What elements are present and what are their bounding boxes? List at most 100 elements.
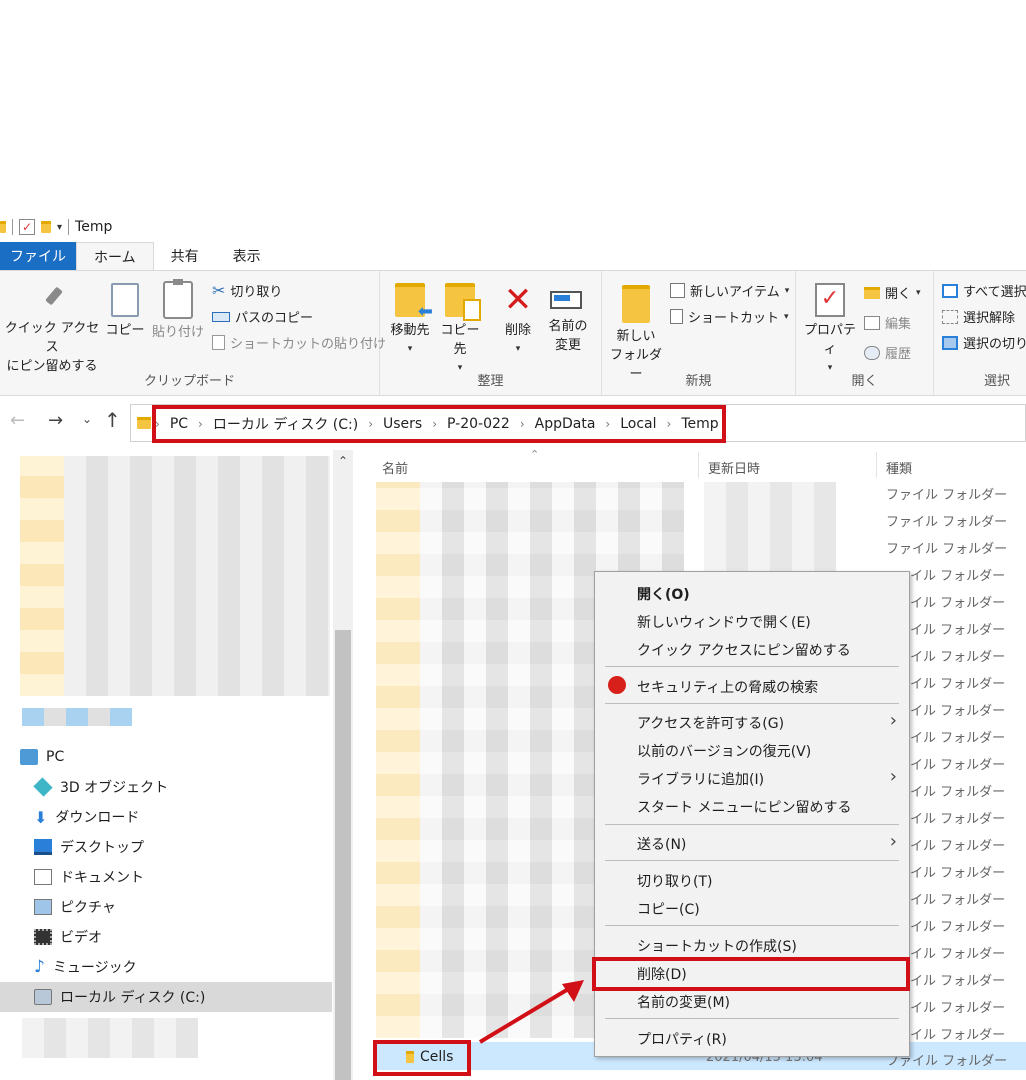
breadcrumb-separator-icon[interactable]: › [198,417,203,431]
properties-button[interactable]: ✓ プロパティ ▾ [800,283,860,378]
delete-x-icon: ✕ [503,280,533,320]
nav-item-documents[interactable]: ドキュメント [0,862,332,892]
nav-item-pictures[interactable]: ピクチャ [0,892,332,922]
breadcrumb-separator-icon[interactable]: › [368,417,373,431]
column-divider[interactable] [876,452,877,478]
menu-item-send-to[interactable]: 送る(N) [637,834,686,854]
easy-access-button[interactable]: ショートカット ▾ [670,307,789,326]
scrollbar-thumb[interactable] [335,630,351,1080]
tab-home[interactable]: ホーム [76,242,154,270]
menu-item-delete[interactable]: 削除(D) [637,964,687,984]
menu-item-add-to-library[interactable]: ライブラリに追加(I) [637,769,764,789]
breadcrumb-pc[interactable]: PC [170,416,188,432]
nav-item-label: ダウンロード [55,810,140,826]
copy-to-icon [445,283,481,321]
breadcrumb-separator-icon[interactable]: › [432,417,437,431]
breadcrumb-separator-icon[interactable]: › [605,417,610,431]
cut-button[interactable]: ✂ 切り取り [212,281,282,300]
copy-to-button[interactable]: コピー先 ▾ [436,283,484,378]
column-modified[interactable]: 更新日時 [708,458,760,477]
breadcrumb-local[interactable]: Local [620,416,656,432]
breadcrumb-appdata[interactable]: AppData [535,416,596,432]
breadcrumb-separator-icon[interactable]: › [520,417,525,431]
quick-access-dropdown-icon[interactable]: ▾ [57,222,62,233]
menu-item-rename[interactable]: 名前の変更(M) [637,992,730,1012]
address-bar[interactable]: › PC › ローカル ディスク (C:) › Users › P-20-022… [130,404,1026,442]
nav-item-videos[interactable]: ビデオ [0,922,332,952]
scroll-up-arrow-icon[interactable]: ⌃ [338,454,348,468]
tab-view[interactable]: 表示 [216,242,278,270]
file-type-cell: イル フォルダー [910,569,1006,584]
delete-button[interactable]: ✕ 削除 ▾ [498,283,538,359]
organize-group: 移動先 ▾ コピー先 ▾ ✕ 削除 ▾ 名前の 変更 整理 [380,271,602,395]
menu-item-security-scan[interactable]: セキュリティ上の脅威の検索 [637,677,818,697]
history-button[interactable]: 履歴 [864,343,911,362]
breadcrumb-separator-icon[interactable]: › [667,417,672,431]
paste-shortcut-button[interactable]: ショートカットの貼り付け [212,333,386,352]
menu-item-pin-start[interactable]: スタート メニューにピン留めする [637,797,851,817]
breadcrumb-user[interactable]: P-20-022 [447,416,510,432]
column-name[interactable]: 名前 [382,458,408,477]
nav-item-3d-objects[interactable]: 3D オブジェクト [0,772,332,802]
ribbon: クイック アクセス にピン留めする コピー 貼り付け ✂ 切り取り パスのコピー… [0,270,1026,396]
breadcrumb-local-disk[interactable]: ローカル ディスク (C:) [213,414,358,434]
new-item-button[interactable]: 新しいアイテム ▾ [670,281,789,300]
organize-group-label: 整理 [477,374,504,389]
properties-label: プロパティ [803,323,856,357]
menu-item-open-new-window[interactable]: 新しいウィンドウで開く(E) [637,612,811,632]
nav-item-local-disk[interactable]: ローカル ディスク (C:) [0,982,332,1012]
breadcrumb-users[interactable]: Users [383,416,422,432]
new-folder-icon [622,285,650,323]
nav-item-label: PC [46,749,65,765]
menu-item-create-shortcut[interactable]: ショートカットの作成(S) [637,936,797,956]
menu-item-restore-versions[interactable]: 以前のバージョンの復元(V) [637,741,811,761]
tab-file[interactable]: ファイル [0,242,76,270]
nav-item-downloads[interactable]: ⬇ ダウンロード [0,802,332,832]
breadcrumb-temp[interactable]: Temp [681,416,718,432]
nav-item-pc[interactable]: PC [0,742,332,772]
nav-item-music[interactable]: ♪ ミュージック [0,952,332,982]
pin-icon [38,285,66,315]
forward-arrow-icon[interactable]: → [48,410,63,431]
menu-item-give-access[interactable]: アクセスを許可する(G) [637,713,784,733]
edit-button[interactable]: 編集 [864,313,911,332]
file-type-cell: ファイル フォルダー [886,542,1008,557]
select-all-label: すべて選択 [963,285,1026,300]
menu-item-copy[interactable]: コピー(C) [637,899,700,919]
copy-button[interactable]: コピー [104,283,146,340]
invert-selection-button[interactable]: 選択の切り [942,333,1026,352]
nav-item-desktop[interactable]: デスクトップ [0,832,332,862]
invert-selection-label: 選択の切り [963,337,1026,352]
history-label: 履歴 [885,347,912,362]
paste-label: 貼り付け [151,325,204,340]
menu-item-open[interactable]: 開く(O) [637,584,690,604]
properties-quick-icon[interactable]: ✓ [19,219,35,235]
menu-separator [605,925,899,926]
paste-button[interactable]: 貼り付け [150,279,206,342]
rename-button[interactable]: 名前の 変更 [544,283,592,355]
pin-quick-access-button[interactable]: クイック アクセス にピン留めする [4,285,100,376]
menu-separator [605,824,899,825]
nav-pane-scrollbar[interactable]: ⌃ [333,450,353,1080]
new-item-icon [670,283,685,298]
tab-share[interactable]: 共有 [154,242,216,270]
menu-item-properties[interactable]: プロパティ(R) [637,1029,727,1049]
rename-label-1: 名前の [548,319,588,334]
recent-locations-chevron-icon[interactable]: ⌄ [82,412,92,426]
move-to-button[interactable]: 移動先 ▾ [386,283,434,359]
up-arrow-icon[interactable]: ↑ [104,408,121,432]
file-type-cell: イル フォルダー [910,785,1006,800]
open-button[interactable]: 開く ▾ [864,283,921,302]
back-arrow-icon[interactable]: ← [10,410,25,431]
pc-icon [20,749,38,765]
select-all-button[interactable]: すべて選択 [942,281,1026,300]
file-name-cell[interactable]: Cells [406,1049,453,1065]
menu-item-cut[interactable]: 切り取り(T) [637,871,712,891]
column-headers: ⌃ 名前 更新日時 種類 [356,448,1026,480]
menu-item-pin-quick-access[interactable]: クイック アクセスにピン留めする [637,640,851,660]
copy-path-button[interactable]: パスのコピー [212,307,313,326]
new-folder-quick-icon[interactable] [41,221,51,233]
select-none-button[interactable]: 選択解除 [942,307,1015,326]
column-divider[interactable] [698,452,699,478]
column-type[interactable]: 種類 [886,458,912,477]
